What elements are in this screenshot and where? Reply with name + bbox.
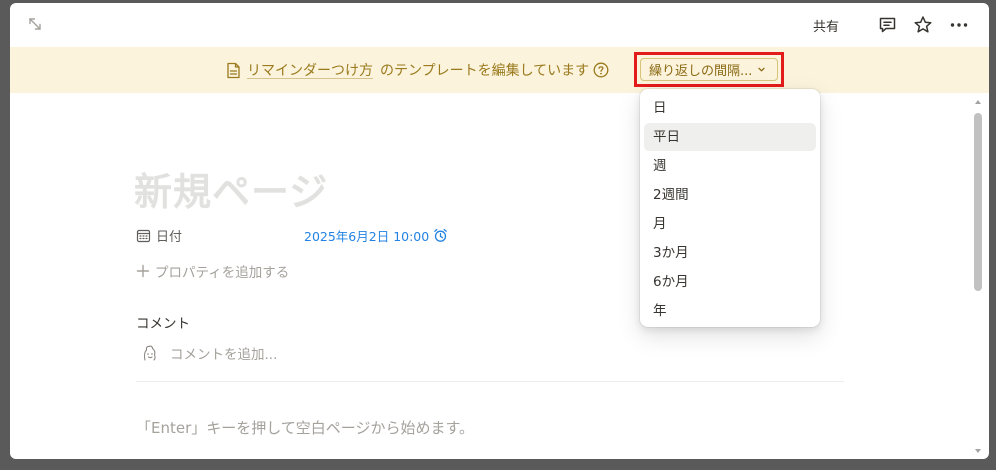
repeat-interval-label: 繰り返しの間隔...: [649, 64, 753, 79]
add-property-label: プロパティを追加する: [155, 265, 290, 281]
menu-item-semiannual[interactable]: 6か月: [644, 268, 816, 296]
share-button[interactable]: 共有: [813, 16, 839, 35]
add-property-button[interactable]: プロパティを追加する: [136, 261, 289, 281]
topbar-actions: 共有: [813, 13, 969, 37]
plus-icon: [136, 264, 150, 278]
menu-item-yearly[interactable]: 年: [644, 297, 816, 325]
banner-message: リマインダーつけ方 のテンプレートを編集しています: [226, 60, 609, 80]
comment-placeholder: コメントを追加...: [170, 347, 278, 363]
chevron-down-icon: [758, 67, 766, 72]
menu-item-weekdays[interactable]: 平日: [644, 123, 816, 151]
comments-heading: コメント: [136, 316, 190, 332]
repeat-interval-button[interactable]: 繰り返しの間隔...: [640, 58, 778, 81]
comment-icon[interactable]: [877, 15, 897, 35]
empty-page-hint: 「Enter」キーを押して空白ページから始めます。: [136, 419, 475, 437]
alarm-clock-icon: [434, 228, 448, 242]
menu-item-quarterly[interactable]: 3か月: [644, 239, 816, 267]
scrollbar-thumb[interactable]: [974, 113, 982, 291]
comments-divider: [136, 381, 844, 382]
notion-page-window: 共有 リマインダーつけ方 のテンプレートを編集しています 繰り返しの間隔... …: [10, 3, 989, 459]
add-comment-input[interactable]: コメントを追加...: [140, 343, 277, 363]
favorite-star-icon[interactable]: [913, 15, 933, 35]
calendar-icon: [136, 229, 151, 242]
user-avatar-icon: [143, 345, 156, 361]
banner-text: のテンプレートを編集しています: [380, 63, 590, 79]
template-page-link[interactable]: リマインダーつけ方: [247, 60, 373, 80]
menu-item-daily[interactable]: 日: [644, 94, 816, 122]
template-edit-banner: リマインダーつけ方 のテンプレートを編集しています: [10, 47, 989, 93]
page-doc-icon: [227, 62, 240, 78]
help-icon[interactable]: [593, 62, 609, 78]
vertical-scrollbar[interactable]: [972, 95, 983, 457]
menu-item-monthly[interactable]: 月: [644, 210, 816, 238]
repeat-interval-menu: 日 平日 週 2週間 月 3か月 6か月 年: [640, 89, 820, 327]
property-label-text: 日付: [156, 229, 183, 245]
menu-item-biweekly[interactable]: 2週間: [644, 181, 816, 209]
expand-icon[interactable]: [26, 15, 44, 33]
scroll-down-arrow-icon[interactable]: [974, 447, 982, 455]
scroll-up-arrow-icon[interactable]: [974, 98, 982, 106]
property-label[interactable]: 日付: [136, 226, 304, 245]
date-value-text: 2025年6月2日 10:00: [304, 228, 430, 244]
more-options-icon[interactable]: [949, 15, 969, 35]
page-title[interactable]: 新規ページ: [134, 161, 328, 216]
date-value[interactable]: 2025年6月2日 10:00: [304, 226, 448, 245]
menu-item-weekly[interactable]: 週: [644, 152, 816, 180]
